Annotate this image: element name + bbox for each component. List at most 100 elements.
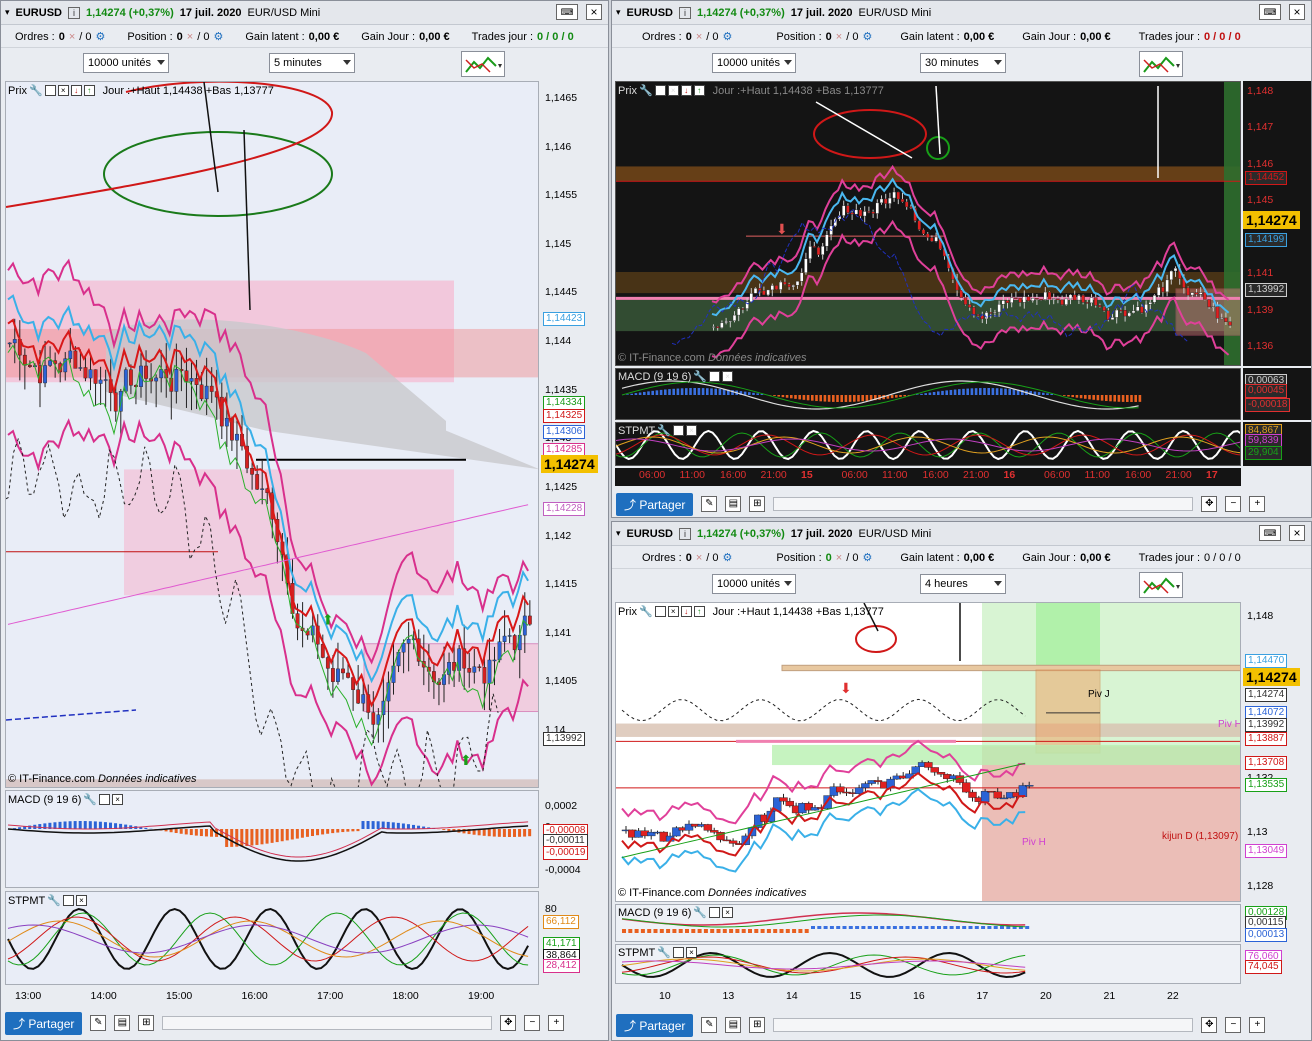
close-icon[interactable]: × [722,907,734,918]
window-icon[interactable] [672,425,684,436]
arrow-down-icon[interactable]: ↓ [680,85,692,96]
wrench-icon[interactable]: 🔧 [693,370,707,383]
indicator-icon[interactable]: ⊞ [749,1017,766,1033]
wrench-icon[interactable]: 🔧 [29,84,43,97]
wrench-icon[interactable]: 🔧 [47,894,61,907]
info-icon[interactable]: i [678,527,691,540]
settings-icon[interactable]: ⚙ [862,30,872,43]
macd-panel[interactable]: MACD (9 19 6) 🔧 × [615,368,1241,420]
indicator-icon[interactable]: ⊞ [138,1015,155,1031]
table-icon[interactable]: ▤ [725,1017,742,1033]
cancel-icon[interactable]: × [696,31,702,43]
window-icon[interactable] [99,794,111,805]
info-icon[interactable]: i [67,6,80,19]
price-chart[interactable]: ⬇ Prix 🔧 × ↓ ↑ Jour :+Haut 1,14438 +Bas 1,1… [615,602,1241,902]
close-icon[interactable]: × [75,895,87,906]
keyboard-icon[interactable]: ⌨ [1259,525,1281,541]
timeframe-select[interactable]: 30 minutes [920,53,1006,73]
chart-type-icon[interactable] [1139,51,1183,77]
zoom-out-icon[interactable]: − [1225,496,1242,512]
close-icon[interactable]: × [586,4,602,20]
close-icon[interactable]: × [1289,525,1305,541]
share-button[interactable]: ⤴ Partager [616,492,694,516]
table-icon[interactable]: ▤ [725,496,742,512]
close-icon[interactable]: × [667,606,679,617]
close-icon[interactable]: × [57,85,69,96]
keyboard-icon[interactable]: ⌨ [1259,4,1281,20]
chart-type-icon[interactable] [461,51,505,77]
zoom-in-icon[interactable]: + [548,1015,565,1031]
stpmt-panel[interactable]: STPMT 🔧 × [5,891,539,985]
crosshair-icon[interactable]: ✥ [1201,1017,1218,1033]
wrench-icon[interactable]: 🔧 [83,793,97,806]
draw-tool-icon[interactable]: ✎ [90,1015,107,1031]
stpmt-panel[interactable]: STPMT 🔧 × [615,944,1241,984]
close-icon[interactable]: × [112,794,124,805]
wrench-icon[interactable]: 🔧 [657,946,671,959]
horizontal-scrollbar[interactable] [773,1018,1194,1032]
window-icon[interactable] [62,895,74,906]
arrow-down-icon[interactable]: ↓ [680,606,692,617]
window-icon[interactable] [709,371,721,382]
close-icon[interactable]: × [1289,4,1305,20]
timeframe-select[interactable]: 5 minutes [269,53,355,73]
cancel-icon[interactable]: × [836,31,842,43]
share-button[interactable]: ⤴ Partager [5,1011,83,1035]
cancel-icon[interactable]: × [187,31,193,43]
draw-tool-icon[interactable]: ✎ [701,1017,718,1033]
close-icon[interactable]: × [685,947,697,958]
keyboard-icon[interactable]: ⌨ [556,4,578,20]
stpmt-panel[interactable]: STPMT 🔧 × [615,422,1241,466]
macd-panel[interactable]: MACD (9 19 6) 🔧 × [615,904,1241,942]
settings-icon[interactable]: ⚙ [213,30,223,43]
window-icon[interactable] [654,606,666,617]
dropdown-icon[interactable]: ▾ [616,528,621,539]
arrow-up-icon[interactable]: ↑ [693,85,705,96]
units-select[interactable]: 10000 unités [712,53,796,73]
table-icon[interactable]: ▤ [114,1015,131,1031]
units-select[interactable]: 10000 unités [83,53,169,73]
zoom-out-icon[interactable]: − [524,1015,541,1031]
settings-icon[interactable]: ⚙ [96,30,106,43]
horizontal-scrollbar[interactable] [162,1016,493,1030]
close-icon[interactable]: × [722,371,734,382]
window-icon[interactable] [654,85,666,96]
settings-icon[interactable]: ⚙ [723,30,733,43]
zoom-in-icon[interactable]: + [1249,1017,1266,1033]
arrow-down-icon[interactable]: ↓ [70,85,82,96]
wrench-icon[interactable]: 🔧 [657,424,671,437]
window-icon[interactable] [709,907,721,918]
cancel-icon[interactable]: × [696,552,702,564]
dropdown-icon[interactable]: ▾ [616,7,621,18]
draw-tool-icon[interactable]: ✎ [701,496,718,512]
crosshair-icon[interactable]: ✥ [1201,496,1218,512]
window-icon[interactable] [672,947,684,958]
wrench-icon[interactable]: 🔧 [639,605,653,618]
price-chart[interactable]: ⬆ ⬆ Prix 🔧 × ↓ ↑ Jour :+Haut 1,14438 +Bas 1,… [5,81,539,788]
wrench-icon[interactable]: 🔧 [639,84,653,97]
symbol-label[interactable]: EURUSD [16,7,62,19]
price-chart[interactable]: ⬇ Prix 🔧 × ↓ ↑ Jour :+Haut 1,14438 +Bas 1,1… [615,81,1241,366]
dropdown-icon[interactable]: ▾ [5,7,10,18]
symbol-label[interactable]: EURUSD [627,528,673,540]
info-icon[interactable]: i [678,6,691,19]
units-select[interactable]: 10000 unités [712,574,796,594]
timeframe-select[interactable]: 4 heures [920,574,1006,594]
close-icon[interactable]: × [667,85,679,96]
arrow-up-icon[interactable]: ↑ [83,85,95,96]
settings-icon[interactable]: ⚙ [723,551,733,564]
macd-panel[interactable]: MACD (9 19 6) 🔧 × [5,790,539,888]
cancel-icon[interactable]: × [836,552,842,564]
crosshair-icon[interactable]: ✥ [500,1015,517,1031]
zoom-in-icon[interactable]: + [1249,496,1266,512]
zoom-out-icon[interactable]: − [1225,1017,1242,1033]
wrench-icon[interactable]: 🔧 [693,906,707,919]
share-button[interactable]: ⤴ Partager [616,1013,694,1037]
close-icon[interactable]: × [685,425,697,436]
window-icon[interactable] [44,85,56,96]
symbol-label[interactable]: EURUSD [627,7,673,19]
horizontal-scrollbar[interactable] [773,497,1194,511]
settings-icon[interactable]: ⚙ [862,551,872,564]
chart-type-icon[interactable] [1139,572,1183,598]
indicator-icon[interactable]: ⊞ [749,496,766,512]
